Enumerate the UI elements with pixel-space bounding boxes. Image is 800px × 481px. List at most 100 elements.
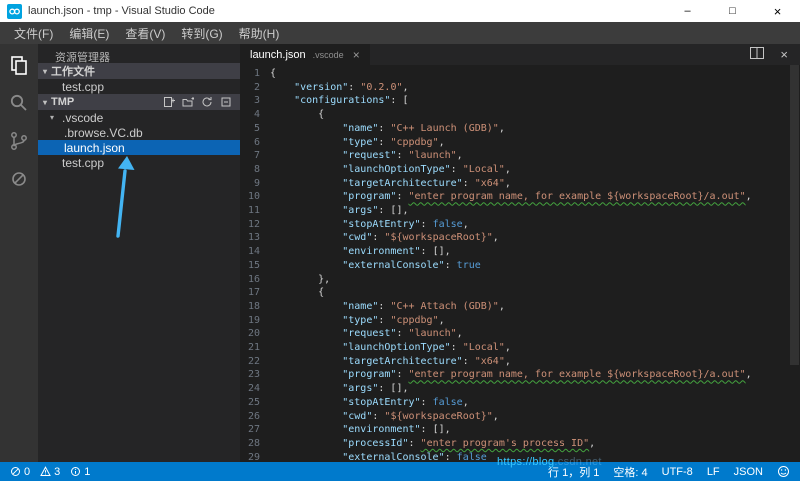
tree-item--vscode[interactable]: ▾ .vscode xyxy=(38,110,240,125)
close-editor-icon[interactable]: × xyxy=(780,47,788,62)
git-icon[interactable] xyxy=(0,122,38,160)
code-text: "targetArchitecture": "x64", xyxy=(342,177,511,189)
status-indentation[interactable]: 空格: 4 xyxy=(613,464,647,480)
menu-file[interactable]: 文件(F) xyxy=(6,25,61,42)
folder-section-header[interactable]: ▾ TMP xyxy=(38,94,240,110)
status-errors[interactable]: 0 xyxy=(10,466,30,478)
code-line[interactable]: 4 { xyxy=(240,108,800,122)
chevron-down-icon: ▾ xyxy=(50,113,55,122)
code-line[interactable]: 20 "request": "launch", xyxy=(240,327,800,341)
code-text: "launchOptionType": "Local", xyxy=(342,163,511,175)
tab-bar: launch.json .vscode × × xyxy=(240,44,800,65)
tab-launch-json[interactable]: launch.json .vscode × xyxy=(240,44,370,65)
code-line[interactable]: 14 "environment": [], xyxy=(240,245,800,259)
maximize-button[interactable]: □ xyxy=(710,0,755,22)
code-line[interactable]: 21 "launchOptionType": "Local", xyxy=(240,341,800,355)
code-line[interactable]: 7 "request": "launch", xyxy=(240,149,800,163)
menu-bar: 文件(F) 编辑(E) 查看(V) 转到(G) 帮助(H) xyxy=(0,22,800,44)
code-line[interactable]: 18 "name": "C++ Attach (GDB)", xyxy=(240,300,800,314)
line-number: 16 xyxy=(247,273,260,285)
warning-count: 3 xyxy=(54,465,61,478)
vscode-window: launch.json - tmp - Visual Studio Code –… xyxy=(0,0,800,481)
line-number: 4 xyxy=(253,109,260,121)
refresh-icon[interactable] xyxy=(201,96,213,108)
folder-label: TMP xyxy=(51,96,75,108)
line-number: 9 xyxy=(253,177,260,189)
status-language[interactable]: JSON xyxy=(734,466,763,478)
code-line[interactable]: 26 "cwd": "${workspaceRoot}", xyxy=(240,410,800,424)
code-line[interactable]: 27 "environment": [], xyxy=(240,423,800,437)
status-eol[interactable]: LF xyxy=(707,466,720,478)
sidebar: 资源管理器 ▾ 工作文件 test.cpp ▾ TMP ▾ .vscode .b… xyxy=(38,44,240,462)
title-bar: launch.json - tmp - Visual Studio Code –… xyxy=(0,0,800,22)
folder-tree: ▾ .vscode .browse.VC.db launch.json test.cpp xyxy=(38,110,240,170)
code-line[interactable]: 22 "targetArchitecture": "x64", xyxy=(240,355,800,369)
line-number: 1 xyxy=(253,68,260,79)
line-number: 12 xyxy=(247,218,260,230)
line-number: 26 xyxy=(247,410,260,422)
minimize-button[interactable]: – xyxy=(665,0,710,22)
line-number: 20 xyxy=(247,328,260,340)
editor-scrollbar[interactable] xyxy=(790,65,799,365)
code-line[interactable]: 6 "type": "cppdbg", xyxy=(240,136,800,150)
code-text: { xyxy=(270,287,325,299)
tree-item-test-cpp[interactable]: test.cpp xyxy=(38,155,240,170)
tab-detail: .vscode xyxy=(312,50,344,60)
file-label: test.cpp xyxy=(62,79,105,94)
status-warnings[interactable]: 3 xyxy=(40,466,60,478)
close-tab-icon[interactable]: × xyxy=(353,48,360,62)
line-number: 7 xyxy=(253,150,260,162)
collapse-all-icon[interactable] xyxy=(220,96,232,108)
code-text: }, xyxy=(270,273,331,285)
code-line[interactable]: 9 "targetArchitecture": "x64", xyxy=(240,177,800,191)
code-line[interactable]: 17 { xyxy=(240,286,800,300)
code-line[interactable]: 28 "processId": "enter program's process… xyxy=(240,437,800,451)
working-files-header[interactable]: ▾ 工作文件 xyxy=(38,63,240,79)
menu-edit[interactable]: 编辑(E) xyxy=(61,25,117,42)
code-line[interactable]: 1{ xyxy=(240,67,800,81)
code-line[interactable]: 10 "program": "enter program name, for e… xyxy=(240,190,800,204)
code-line[interactable]: 24 "args": [], xyxy=(240,382,800,396)
tree-item-label: test.cpp xyxy=(62,155,105,170)
status-encoding[interactable]: UTF-8 xyxy=(662,466,693,478)
code-line[interactable]: 2 "version": "0.2.0", xyxy=(240,81,800,95)
line-number: 25 xyxy=(247,396,260,408)
menu-go[interactable]: 转到(G) xyxy=(173,25,230,42)
code-line[interactable]: 15 "externalConsole": true xyxy=(240,259,800,273)
new-folder-icon[interactable] xyxy=(182,96,194,108)
menu-help[interactable]: 帮助(H) xyxy=(231,25,288,42)
feedback-smiley-icon[interactable] xyxy=(777,465,790,478)
code-line[interactable]: 5 "name": "C++ Launch (GDB)", xyxy=(240,122,800,136)
code-text: "name": "C++ Launch (GDB)", xyxy=(342,122,505,134)
tree-item-label: launch.json xyxy=(64,140,125,155)
line-number: 5 xyxy=(253,122,260,134)
code-line[interactable]: 12 "stopAtEntry": false, xyxy=(240,218,800,232)
status-left: 0 3 1 xyxy=(10,466,90,478)
code-line[interactable]: 3 "configurations": [ xyxy=(240,94,800,108)
debug-icon[interactable] xyxy=(0,160,38,198)
folder-actions xyxy=(163,96,240,108)
code-line[interactable]: 11 "args": [], xyxy=(240,204,800,218)
editor-actions: × xyxy=(750,44,800,65)
line-number: 2 xyxy=(253,81,260,93)
split-editor-icon[interactable] xyxy=(750,46,765,64)
code-line[interactable]: 23 "program": "enter program name, for e… xyxy=(240,368,800,382)
tree-item--browse-VC-db[interactable]: .browse.VC.db xyxy=(38,125,240,140)
code-line[interactable]: 16 }, xyxy=(240,273,800,287)
code-area[interactable]: 1{2 "version": "0.2.0", 3 "configurations… xyxy=(240,65,800,462)
working-file-test-cpp[interactable]: test.cpp xyxy=(38,79,240,94)
code-line[interactable]: 19 "type": "cppdbg", xyxy=(240,314,800,328)
code-line[interactable]: 25 "stopAtEntry": false, xyxy=(240,396,800,410)
code-line[interactable]: 13 "cwd": "${workspaceRoot}", xyxy=(240,231,800,245)
code-text: "processId": "enter program's process ID… xyxy=(342,437,596,449)
new-file-icon[interactable] xyxy=(163,96,175,108)
menu-view[interactable]: 查看(V) xyxy=(117,25,173,42)
line-number: 24 xyxy=(247,383,260,395)
close-button[interactable]: × xyxy=(755,0,800,22)
tree-item-label: .vscode xyxy=(62,110,104,125)
search-icon[interactable] xyxy=(0,84,38,122)
tree-item-launch-json[interactable]: launch.json xyxy=(38,140,240,155)
status-infos[interactable]: 1 xyxy=(70,466,90,478)
code-line[interactable]: 8 "launchOptionType": "Local", xyxy=(240,163,800,177)
explorer-icon[interactable] xyxy=(0,46,38,84)
